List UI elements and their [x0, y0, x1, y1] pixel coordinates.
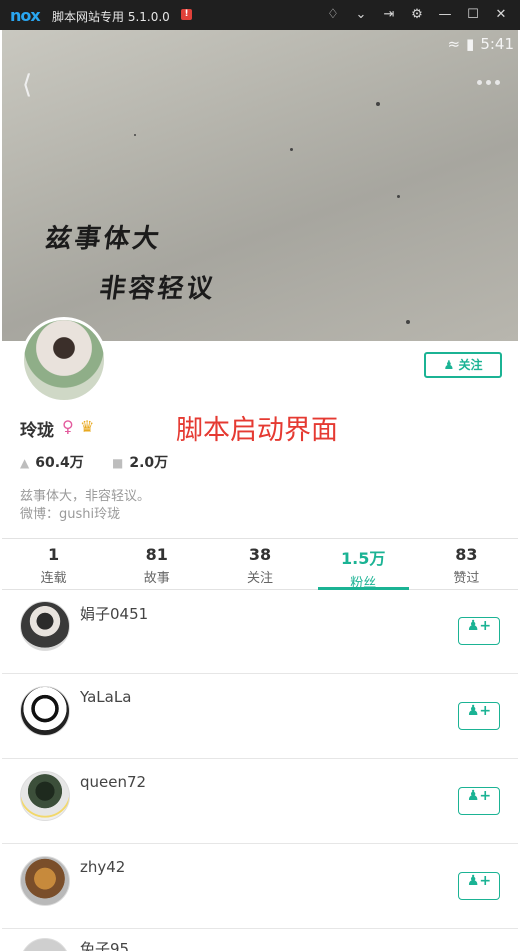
- female-icon: ♀: [62, 417, 74, 436]
- chevron-down-icon[interactable]: ⌄: [350, 5, 372, 25]
- tab-liked[interactable]: 83 赞过: [415, 539, 518, 589]
- minimize-icon[interactable]: —: [434, 5, 456, 25]
- pin-icon[interactable]: ⇥: [378, 5, 400, 25]
- cover-image: ≈ ▮ 5:41 ⟨ 兹事体大 非容轻议: [2, 30, 518, 341]
- warning-badge[interactable]: !: [181, 9, 192, 20]
- follow-button[interactable]: ♟ 关注: [424, 352, 502, 378]
- follow-user-button[interactable]: ♟+: [458, 872, 500, 900]
- thumb-icon: ■: [112, 456, 124, 470]
- cover-text-line2: 非容轻议: [97, 274, 218, 304]
- profile-tabs: 1 连载 81 故事 38 关注 1.5万 粉丝 83 赞过: [2, 538, 518, 591]
- tab-count: 81: [145, 545, 168, 564]
- stat-followers-count: ▲ 60.4万: [20, 452, 84, 472]
- fan-name: 兔子95: [80, 940, 130, 951]
- fan-name: YaLaLa: [80, 688, 132, 706]
- profile-name: 玲珑: [20, 421, 54, 441]
- more-dot: [477, 80, 482, 85]
- follow-user-button[interactable]: ♟+: [458, 702, 500, 730]
- shirt-icon[interactable]: ♢: [322, 5, 344, 25]
- flame-icon: ▲: [20, 456, 30, 470]
- stat-b-value: 2.0万: [129, 455, 169, 471]
- crown-icon: ♛: [80, 417, 95, 436]
- fan-name: 娟子0451: [80, 605, 149, 623]
- follow-user-button[interactable]: ♟+: [458, 787, 500, 815]
- gear-icon[interactable]: ⚙: [406, 5, 428, 25]
- avatar[interactable]: [20, 686, 70, 736]
- avatar[interactable]: [20, 856, 70, 906]
- list-item[interactable]: queen72 ♟+: [2, 759, 518, 844]
- tab-count: 1: [48, 545, 60, 564]
- tab-fans[interactable]: 1.5万 粉丝: [312, 539, 415, 591]
- user-icon: ♟: [443, 358, 455, 372]
- add-user-icon: ♟+: [466, 873, 492, 889]
- tab-count: 38: [248, 545, 272, 564]
- emulator-titlebar: nox 脚本网站专用 5.1.0.0 ! ♢ ⌄ ⇥ ⚙ — ☐ ✕: [0, 0, 520, 30]
- cover-speck: [290, 148, 293, 151]
- cover-text-line1: 兹事体大: [43, 224, 164, 254]
- follow-user-button[interactable]: ♟+: [458, 617, 500, 645]
- profile-bio: 兹事体大，非容轻议。 微博：gushi玲珑: [20, 488, 150, 524]
- fan-list: 娟子0451 ♟+ YaLaLa ♟+ queen72 ♟+ zhy42 ♟+: [2, 589, 518, 929]
- bio-line-1: 兹事体大，非容轻议。: [20, 489, 151, 504]
- stat-a-value: 60.4万: [35, 455, 84, 471]
- nox-logo: nox: [10, 6, 41, 25]
- more-dot: [486, 80, 491, 85]
- cover-speck: [134, 134, 136, 136]
- maximize-icon[interactable]: ☐: [462, 5, 484, 25]
- avatar[interactable]: [20, 938, 70, 951]
- list-item[interactable]: 娟子0451 ♟+: [2, 589, 518, 674]
- window-title: 脚本网站专用 5.1.0.0: [52, 10, 170, 24]
- tab-stories[interactable]: 81 故事: [105, 539, 208, 589]
- wifi-icon: ≈: [447, 35, 461, 53]
- tab-count: 83: [455, 545, 478, 564]
- tab-label: 连载: [40, 571, 67, 586]
- tab-count: 1.5万: [341, 549, 386, 568]
- avatar[interactable]: [20, 601, 70, 651]
- tab-label: 赞过: [453, 571, 480, 586]
- fan-name: zhy42: [80, 858, 126, 876]
- cover-speck: [397, 195, 400, 198]
- list-item[interactable]: 兔子95: [2, 930, 518, 951]
- close-icon[interactable]: ✕: [490, 5, 512, 25]
- avatar[interactable]: [20, 771, 70, 821]
- more-icon[interactable]: [477, 80, 500, 85]
- list-item[interactable]: zhy42 ♟+: [2, 844, 518, 929]
- follow-label: 关注: [458, 358, 483, 372]
- status-bar: ≈ ▮ 5:41: [447, 34, 514, 54]
- back-icon[interactable]: ⟨: [22, 70, 32, 100]
- more-dot: [495, 80, 500, 85]
- battery-icon: ▮: [466, 35, 475, 53]
- window-controls: ♢ ⌄ ⇥ ⚙ — ☐ ✕: [322, 5, 512, 25]
- watermark-text: 脚本启动界面: [176, 415, 338, 446]
- clock: 5:41: [480, 35, 514, 53]
- tab-serial[interactable]: 1 连载: [2, 539, 105, 589]
- stat-likes-count: ■ 2.0万: [112, 452, 168, 472]
- tab-label: 关注: [247, 571, 274, 586]
- tab-following[interactable]: 38 关注: [208, 539, 311, 589]
- profile-avatar[interactable]: [21, 317, 107, 403]
- add-user-icon: ♟+: [466, 788, 492, 804]
- tab-label: 故事: [143, 571, 170, 586]
- fan-name: queen72: [80, 773, 147, 791]
- cover-speck: [406, 320, 410, 324]
- bio-line-2: 微博：gushi玲珑: [20, 507, 121, 522]
- add-user-icon: ♟+: [466, 703, 492, 719]
- cover-speck: [376, 102, 380, 106]
- phone-screen: ≈ ▮ 5:41 ⟨ 兹事体大 非容轻议 ♟ 关注 玲珑 ♀ ♛ 脚本启动界面 …: [2, 30, 518, 951]
- list-item[interactable]: YaLaLa ♟+: [2, 674, 518, 759]
- add-user-icon: ♟+: [466, 618, 492, 634]
